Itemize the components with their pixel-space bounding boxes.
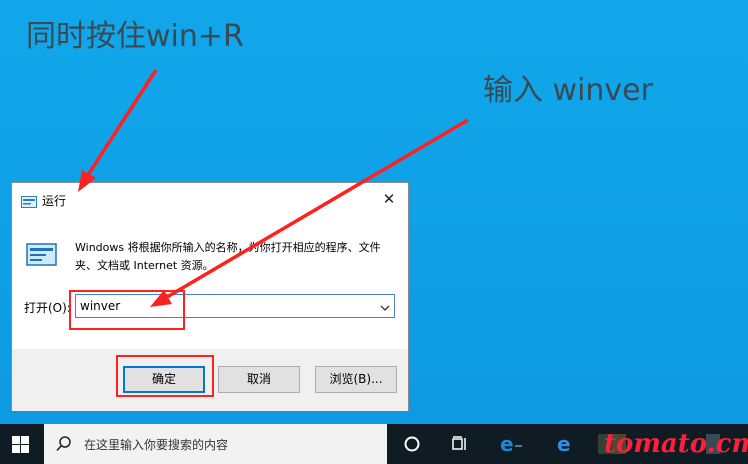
task-view-icon[interactable] [450,434,470,454]
cortana-icon[interactable] [402,434,422,454]
annotation-step-2: 输入 winver [483,73,653,108]
search-placeholder: 在这里输入你要搜索的内容 [84,438,229,452]
cancel-button[interactable]: 取消 [218,366,300,393]
svg-text:e: e [500,434,514,454]
close-button[interactable]: ✕ [380,190,398,208]
dialog-title: 运行 [42,194,67,208]
dialog-description: Windows 将根据你所输入的名称，为你打开相应的程序、文件夹、文档或 Int… [75,241,381,272]
highlight-box-ok [116,355,214,397]
dialog-titlebar[interactable]: 运行 ✕ [12,183,408,215]
watermark-logo: tomato.cm [604,429,748,459]
search-icon [56,436,72,452]
svg-text:e: e [557,434,571,454]
arrow-to-title [78,69,158,192]
chevron-down-icon[interactable] [380,299,390,311]
edge-icon[interactable]: e [556,432,576,456]
annotation-step-1: 同时按住win+R [26,19,244,54]
highlight-box-input [69,290,185,330]
edge-legacy-icon[interactable]: e [498,432,524,456]
open-label: 打开(O): [24,301,71,315]
browse-button[interactable]: 浏览(B)... [315,366,397,393]
taskbar: 在这里输入你要搜索的内容 e e tomato.cm [0,424,748,464]
taskbar-search-box[interactable]: 在这里输入你要搜索的内容 [44,424,387,464]
run-title-icon [21,193,37,208]
windows-start-icon[interactable] [12,436,29,453]
run-app-icon [26,241,58,267]
